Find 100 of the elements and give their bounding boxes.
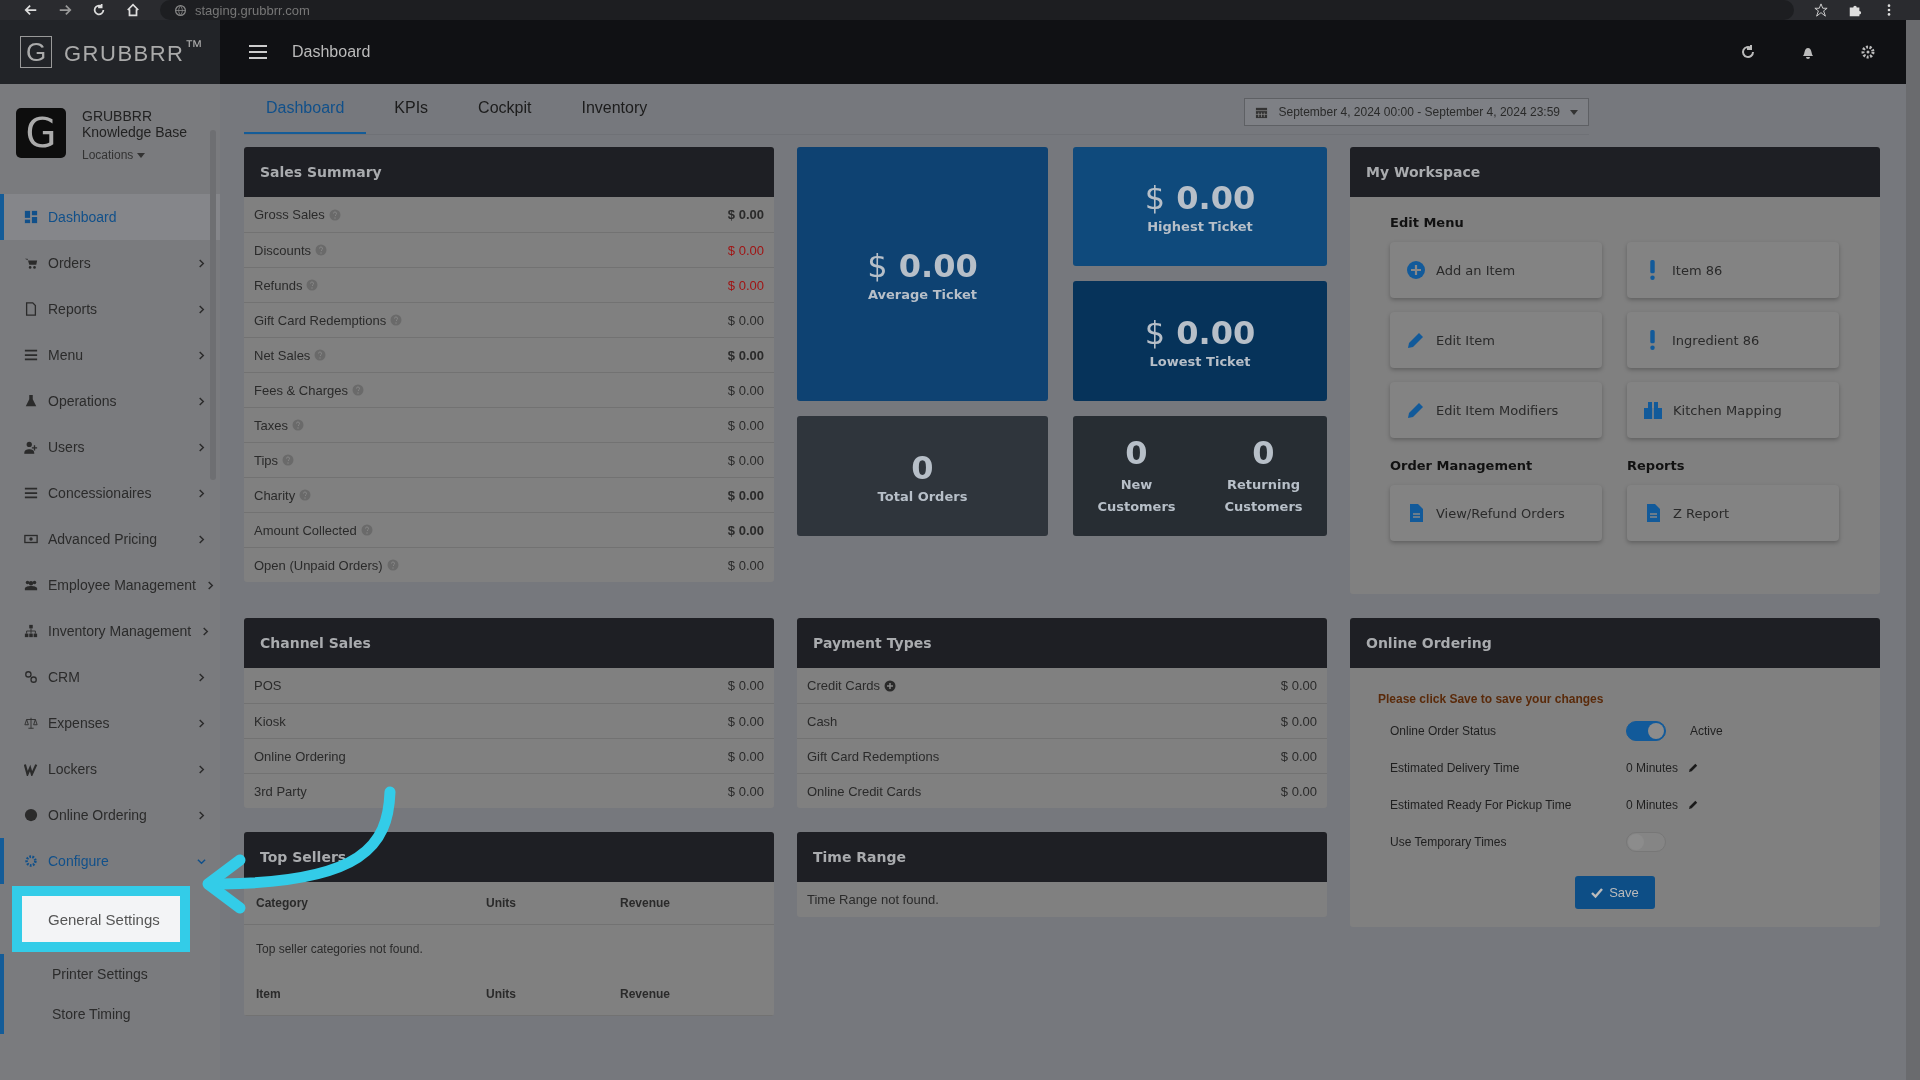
chevron-right-icon	[197, 304, 206, 314]
help-icon[interactable]	[390, 314, 403, 326]
help-icon[interactable]	[351, 384, 364, 396]
account-logo: G	[16, 108, 66, 158]
date-range-picker[interactable]: September 4, 2024 00:00 - September 4, 2024 23:59	[1244, 98, 1589, 126]
column-header: Units	[486, 987, 517, 1001]
stat-label: Returning Customers	[1223, 475, 1304, 516]
tab[interactable]: KPIs	[372, 84, 451, 134]
address-bar[interactable]: staging.grubbrr.com	[160, 0, 1794, 20]
row-value: $ 0.00	[727, 713, 764, 729]
pencil-icon	[1406, 400, 1426, 420]
help-icon[interactable]	[314, 349, 327, 361]
puzzle-icon[interactable]	[1848, 3, 1862, 17]
panel-title: Top Sellers	[244, 832, 774, 882]
sidebar-item[interactable]: Users	[0, 424, 220, 470]
sidebar-item[interactable]: CRM	[0, 654, 220, 700]
refresh-icon[interactable]	[1740, 44, 1756, 60]
sidebar-subitem[interactable]: General Settings	[12, 886, 190, 952]
tab[interactable]: Inventory	[559, 84, 670, 134]
sidebar-subitem[interactable]: Store Timing	[0, 994, 220, 1034]
row-label: Charity	[254, 487, 296, 503]
help-icon[interactable]	[306, 279, 319, 291]
shortcut-button[interactable]: Edit Item	[1390, 312, 1602, 368]
gear-icon	[24, 854, 38, 868]
stat-label: New Customers	[1096, 475, 1177, 516]
shortcut-button[interactable]: Z Report	[1627, 485, 1839, 541]
reload-icon[interactable]	[92, 3, 106, 17]
row-label: Taxes	[254, 417, 288, 433]
setting-label: Use Temporary Times	[1390, 834, 1508, 849]
sidebar-item[interactable]: Employee Management	[0, 562, 220, 608]
sidebar-item[interactable]: Expenses	[0, 700, 220, 746]
shortcut-button[interactable]: Edit Item Modifiers	[1390, 382, 1602, 438]
chevron-right-icon	[201, 626, 211, 636]
toggle-switch[interactable]	[1626, 720, 1666, 741]
help-icon[interactable]	[360, 524, 373, 536]
plus-circle-icon[interactable]	[883, 679, 896, 692]
sidebar-item[interactable]: Advanced Pricing	[0, 516, 220, 562]
shortcut-button[interactable]: Ingredient 86	[1627, 312, 1839, 368]
help-icon[interactable]	[315, 244, 328, 256]
shortcut-button[interactable]: View/Refund Orders	[1390, 485, 1602, 541]
shortcut-button[interactable]: Kitchen Mapping	[1627, 382, 1839, 438]
row-label: Amount Collected	[254, 522, 357, 538]
chevron-right-icon	[197, 764, 206, 774]
forward-icon[interactable]	[58, 3, 72, 17]
row-label: POS	[254, 678, 282, 693]
back-icon[interactable]	[24, 3, 38, 17]
edit-icon[interactable]	[1688, 799, 1700, 810]
tab[interactable]: Cockpit	[456, 84, 554, 134]
status-text: Active	[1690, 723, 1723, 738]
sidebar-item[interactable]: Concessionaires	[0, 470, 220, 516]
sidebar-item[interactable]: Menu	[0, 332, 220, 378]
save-button[interactable]: Save	[1575, 876, 1655, 909]
help-icon[interactable]	[328, 208, 341, 221]
section-title: Edit Menu	[1390, 215, 1465, 230]
empty-message: Top seller categories not found.	[255, 941, 424, 958]
chevron-right-icon	[197, 258, 206, 268]
chevron-right-icon	[197, 442, 206, 452]
edit-icon[interactable]	[1688, 762, 1700, 773]
sidebar-item[interactable]: Operations	[0, 378, 220, 424]
help-icon[interactable]	[386, 559, 399, 571]
row-label: Refunds	[254, 277, 303, 293]
stat-value: $ 0.00	[1144, 179, 1256, 217]
menu-icon[interactable]	[248, 44, 268, 60]
row-value: $ 0.00	[727, 347, 764, 363]
panel-title: Online Ordering	[1350, 618, 1880, 668]
lines-icon	[24, 486, 38, 500]
check-icon	[1591, 886, 1604, 899]
sidebar-item[interactable]: Online Ordering	[0, 792, 220, 838]
star-icon[interactable]	[1814, 3, 1828, 17]
scrollbar[interactable]	[210, 130, 216, 480]
stat-label: Total Orders	[877, 488, 968, 504]
row-label: Online Ordering	[254, 748, 346, 764]
url-text: staging.grubbrr.com	[195, 2, 310, 18]
sidebar-item[interactable]: Dashboard	[0, 194, 220, 240]
chevron-right-icon	[197, 534, 206, 544]
panel-title: Payment Types	[797, 618, 1327, 668]
setting-value: 0 Minutes	[1626, 797, 1679, 812]
sidebar-subitem[interactable]: Printer Settings	[0, 954, 220, 994]
grid-icon	[24, 210, 38, 224]
stat-value: $ 0.00	[1144, 313, 1256, 352]
shortcut-button[interactable]: Add an Item	[1390, 242, 1602, 298]
scrollbar[interactable]	[1906, 20, 1920, 1080]
brand-logo: G	[20, 36, 52, 68]
help-icon[interactable]	[282, 454, 295, 466]
panel-title: Time Range	[797, 832, 1327, 882]
help-icon[interactable]	[291, 419, 304, 431]
notice-text: Please click Save to save your changes	[1378, 692, 1605, 706]
help-icon[interactable]	[299, 489, 312, 501]
shortcut-button[interactable]: Item 86	[1627, 242, 1839, 298]
tab[interactable]: Dashboard	[244, 84, 367, 134]
settings-icon[interactable]	[1860, 44, 1876, 60]
sidebar-item[interactable]: Reports	[0, 286, 220, 332]
home-icon[interactable]	[126, 3, 140, 17]
stat-label: Lowest Ticket	[1149, 353, 1251, 369]
row-label: Tips	[254, 452, 279, 468]
sidebar-item[interactable]: Orders	[0, 240, 220, 286]
sidebar-item[interactable]: Inventory Management	[0, 608, 220, 654]
sidebar-item[interactable]: Lockers	[0, 746, 220, 792]
locations-dropdown[interactable]: Locations	[82, 148, 188, 162]
calendar-icon	[1255, 105, 1269, 119]
